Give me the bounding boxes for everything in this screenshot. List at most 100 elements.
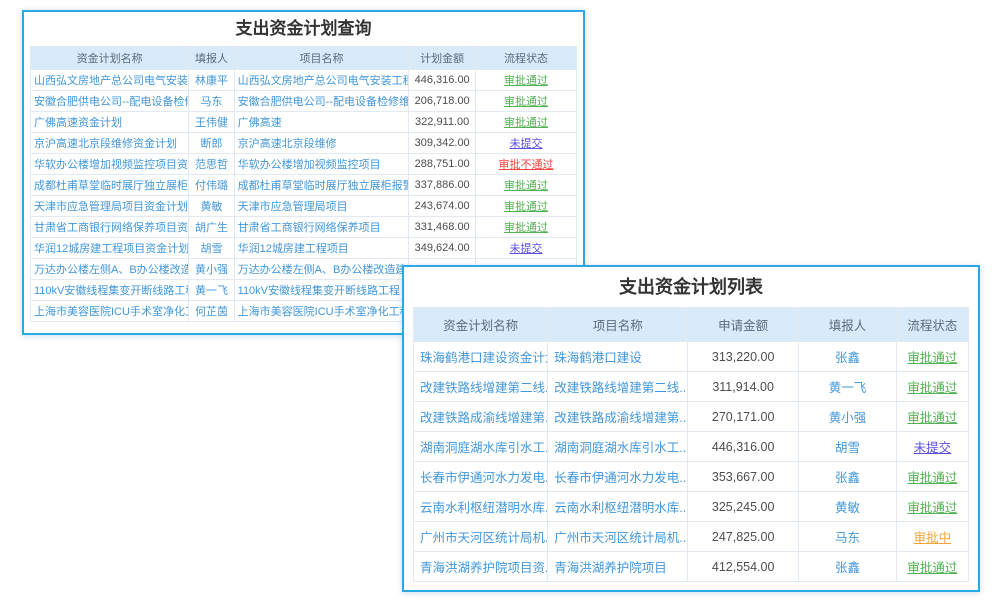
plan-name-cell: 改建铁路线增建第二线... — [414, 372, 548, 402]
table-row[interactable]: 改建铁路成渝线增建第... 改建铁路成渝线增建第... 270,171.00 黄… — [414, 402, 969, 432]
status-link[interactable]: 未提交 — [475, 238, 576, 259]
project-name-cell: 上海市美容医院ICU手术室净化工程 — [234, 301, 409, 322]
status-link[interactable]: 未提交 — [896, 432, 968, 462]
project-name-cell: 甘肃省工商银行网络保养项目 — [234, 217, 409, 238]
table-row[interactable]: 华软办公楼增加视频监控项目资金计划 范思哲 华软办公楼增加视频监控项目 288,… — [31, 154, 577, 175]
reporter-cell: 胡雪 — [799, 432, 897, 462]
reporter-cell: 王伟健 — [189, 112, 234, 133]
plan-name-cell: 青海洪湖养护院项目资... — [414, 552, 548, 582]
project-name-cell: 珠海鹤港口建设 — [548, 342, 688, 372]
plan-name-cell: 天津市应急管理局项目资金计划 — [31, 196, 189, 217]
amount-cell: 337,886.00 — [409, 175, 476, 196]
reporter-cell: 林康平 — [189, 70, 234, 91]
reporter-cell: 黄敏 — [799, 492, 897, 522]
plan-name-cell: 山西弘文房地产总公司电气安装工程资金计划 — [31, 70, 189, 91]
table-row[interactable]: 广佛高速资金计划 王伟健 广佛高速 322,911.00 审批通过 — [31, 112, 577, 133]
status-link[interactable]: 未提交 — [475, 133, 576, 154]
status-link[interactable]: 审批通过 — [896, 402, 968, 432]
status-link[interactable]: 审批通过 — [896, 492, 968, 522]
project-name-cell: 长春市伊通河水力发电... — [548, 462, 688, 492]
reporter-cell: 黄一飞 — [189, 280, 234, 301]
status-link[interactable]: 审批中 — [896, 522, 968, 552]
amount-cell: 322,911.00 — [409, 112, 476, 133]
amount-cell: 353,667.00 — [688, 462, 799, 492]
list-table: 资金计划名称 项目名称 申请金额 填报人 流程状态 珠海鹤港口建设资金计划 珠海… — [413, 307, 969, 582]
reporter-cell: 张鑫 — [799, 552, 897, 582]
plan-name-cell: 华软办公楼增加视频监控项目资金计划 — [31, 154, 189, 175]
project-name-cell: 云南水利枢纽潜明水库... — [548, 492, 688, 522]
table-row[interactable]: 成都杜甫草堂临时展厅独立展柜报警设备资金计划 付伟璐 成都杜甫草堂临时展厅独立展… — [31, 175, 577, 196]
plan-name-cell: 广佛高速资金计划 — [31, 112, 189, 133]
project-name-cell: 成都杜甫草堂临时展厅独立展柜报警设备 — [234, 175, 409, 196]
amount-cell: 446,316.00 — [688, 432, 799, 462]
amount-cell: 206,718.00 — [409, 91, 476, 112]
list-panel-title: 支出资金计划列表 — [413, 267, 969, 307]
reporter-cell: 付伟璐 — [189, 175, 234, 196]
plan-name-cell: 湖南洞庭湖水库引水工... — [414, 432, 548, 462]
list-col-reporter: 填报人 — [799, 308, 897, 342]
plan-name-cell: 珠海鹤港口建设资金计划 — [414, 342, 548, 372]
reporter-cell: 黄小强 — [799, 402, 897, 432]
reporter-cell: 马东 — [799, 522, 897, 552]
plan-name-cell: 110kV安徽线程集变开断线路工程资金计划 — [31, 280, 189, 301]
amount-cell: 247,825.00 — [688, 522, 799, 552]
table-row[interactable]: 长春市伊通河水力发电... 长春市伊通河水力发电... 353,667.00 张… — [414, 462, 969, 492]
query-col-plan-name: 资金计划名称 — [31, 47, 189, 70]
list-col-plan-name: 资金计划名称 — [414, 308, 548, 342]
table-row[interactable]: 青海洪湖养护院项目资... 青海洪湖养护院项目 412,554.00 张鑫 审批… — [414, 552, 969, 582]
reporter-cell: 范思哲 — [189, 154, 234, 175]
status-link[interactable]: 审批通过 — [475, 70, 576, 91]
plan-name-cell: 华润12城房建工程项目资金计划 — [31, 238, 189, 259]
query-col-plan-amount: 计划金额 — [409, 47, 476, 70]
table-row[interactable]: 山西弘文房地产总公司电气安装工程资金计划 林康平 山西弘文房地产总公司电气安装工… — [31, 70, 577, 91]
query-col-reporter: 填报人 — [189, 47, 234, 70]
table-row[interactable]: 珠海鹤港口建设资金计划 珠海鹤港口建设 313,220.00 张鑫 审批通过 — [414, 342, 969, 372]
list-header-row: 资金计划名称 项目名称 申请金额 填报人 流程状态 — [414, 308, 969, 342]
project-name-cell: 改建铁路线增建第二线... — [548, 372, 688, 402]
amount-cell: 270,171.00 — [688, 402, 799, 432]
table-row[interactable]: 安徽合肥供电公司--配电设备检修维护资金计划 马东 安徽合肥供电公司--配电设备… — [31, 91, 577, 112]
status-link[interactable]: 审批不通过 — [475, 154, 576, 175]
reporter-cell: 张鑫 — [799, 462, 897, 492]
table-row[interactable]: 京沪高速北京段维修资金计划 断郎 京沪高速北京段维修 309,342.00 未提… — [31, 133, 577, 154]
plan-name-cell: 长春市伊通河水力发电... — [414, 462, 548, 492]
table-row[interactable]: 天津市应急管理局项目资金计划 黄敏 天津市应急管理局项目 243,674.00 … — [31, 196, 577, 217]
reporter-cell: 马东 — [189, 91, 234, 112]
list-col-project-name: 项目名称 — [548, 308, 688, 342]
list-panel: 支出资金计划列表 资金计划名称 项目名称 申请金额 填报人 流程状态 珠海鹤港口… — [402, 265, 980, 592]
query-col-project-name: 项目名称 — [234, 47, 409, 70]
table-row[interactable]: 云南水利枢纽潜明水库... 云南水利枢纽潜明水库... 325,245.00 黄… — [414, 492, 969, 522]
reporter-cell: 黄小强 — [189, 259, 234, 280]
project-name-cell: 改建铁路成渝线增建第... — [548, 402, 688, 432]
table-row[interactable]: 华润12城房建工程项目资金计划 胡雪 华润12城房建工程项目 349,624.0… — [31, 238, 577, 259]
project-name-cell: 湖南洞庭湖水库引水工... — [548, 432, 688, 462]
status-link[interactable]: 审批通过 — [475, 175, 576, 196]
plan-name-cell: 成都杜甫草堂临时展厅独立展柜报警设备资金计划 — [31, 175, 189, 196]
project-name-cell: 青海洪湖养护院项目 — [548, 552, 688, 582]
reporter-cell: 胡雪 — [189, 238, 234, 259]
amount-cell: 243,674.00 — [409, 196, 476, 217]
status-link[interactable]: 审批通过 — [896, 372, 968, 402]
plan-name-cell: 京沪高速北京段维修资金计划 — [31, 133, 189, 154]
status-link[interactable]: 审批通过 — [475, 91, 576, 112]
table-row[interactable]: 甘肃省工商银行网络保养项目资金计划 胡广生 甘肃省工商银行网络保养项目 331,… — [31, 217, 577, 238]
table-row[interactable]: 湖南洞庭湖水库引水工... 湖南洞庭湖水库引水工... 446,316.00 胡… — [414, 432, 969, 462]
amount-cell: 325,245.00 — [688, 492, 799, 522]
status-link[interactable]: 审批通过 — [896, 342, 968, 372]
reporter-cell: 断郎 — [189, 133, 234, 154]
list-col-flow-status: 流程状态 — [896, 308, 968, 342]
project-name-cell: 京沪高速北京段维修 — [234, 133, 409, 154]
status-link[interactable]: 审批通过 — [896, 462, 968, 492]
table-row[interactable]: 改建铁路线增建第二线... 改建铁路线增建第二线... 311,914.00 黄… — [414, 372, 969, 402]
status-link[interactable]: 审批通过 — [475, 112, 576, 133]
table-row[interactable]: 广州市天河区统计局机... 广州市天河区统计局机... 247,825.00 马… — [414, 522, 969, 552]
amount-cell: 311,914.00 — [688, 372, 799, 402]
status-link[interactable]: 审批通过 — [896, 552, 968, 582]
status-link[interactable]: 审批通过 — [475, 196, 576, 217]
query-panel-title: 支出资金计划查询 — [30, 12, 577, 46]
list-col-apply-amount: 申请金额 — [688, 308, 799, 342]
status-link[interactable]: 审批通过 — [475, 217, 576, 238]
project-name-cell: 广州市天河区统计局机... — [548, 522, 688, 552]
query-col-flow-status: 流程状态 — [475, 47, 576, 70]
project-name-cell: 万达办公楼左侧A、B办公楼改造建设 — [234, 259, 409, 280]
